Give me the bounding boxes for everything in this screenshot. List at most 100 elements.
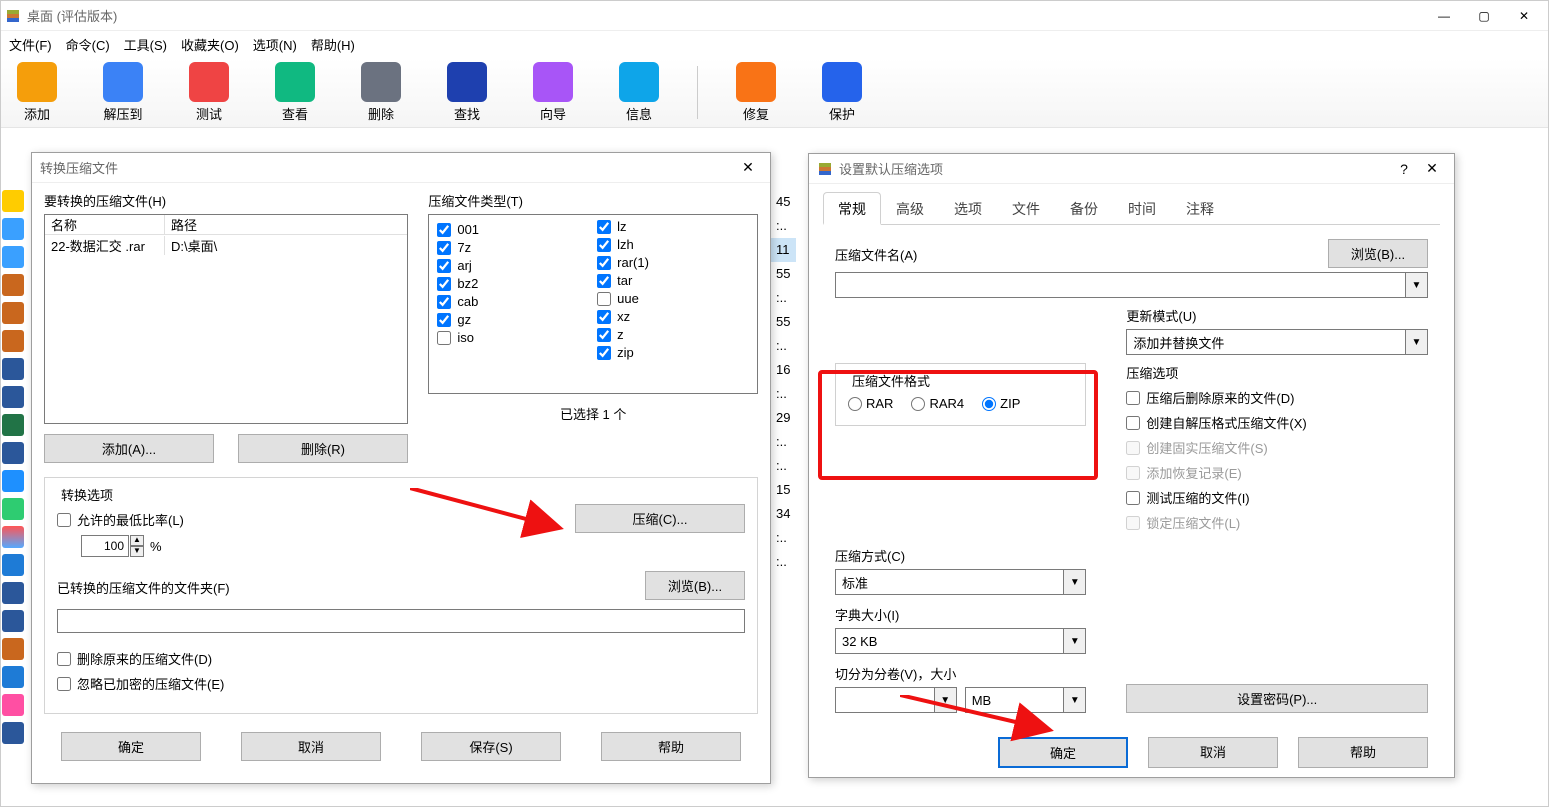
toolbar-向导[interactable]: 向导 — [525, 62, 581, 123]
allow-lowest-checkbox[interactable] — [57, 513, 71, 527]
chevron-down-icon[interactable]: ▼ — [1406, 272, 1428, 298]
skip-encrypted-checkbox[interactable] — [57, 677, 71, 691]
type-checkbox[interactable] — [597, 292, 611, 306]
ratio-spinner[interactable]: ▲▼ % — [81, 535, 575, 557]
type-uue[interactable]: uue — [597, 291, 749, 306]
tab-时间[interactable]: 时间 — [1113, 192, 1171, 225]
chevron-down-icon[interactable]: ▼ — [935, 687, 957, 713]
type-checkbox[interactable] — [597, 346, 611, 360]
type-tar[interactable]: tar — [597, 273, 749, 288]
type-7z[interactable]: 7z — [437, 240, 589, 255]
toolbar-测试[interactable]: 测试 — [181, 62, 237, 123]
menu-options[interactable]: 选项(N) — [253, 35, 297, 54]
type-lzh[interactable]: lzh — [597, 237, 749, 252]
type-checkbox[interactable] — [437, 277, 451, 291]
ratio-input[interactable] — [81, 535, 129, 557]
set-password-button[interactable]: 设置密码(P)... — [1126, 684, 1428, 713]
maximize-button[interactable]: ▢ — [1464, 2, 1504, 30]
convert-save-button[interactable]: 保存(S) — [421, 732, 561, 761]
chevron-down-icon[interactable]: ▼ — [1064, 569, 1086, 595]
type-checkbox[interactable] — [437, 223, 451, 237]
type-zip[interactable]: zip — [597, 345, 749, 360]
defaults-help-button[interactable]: 帮助 — [1298, 737, 1428, 768]
close-button[interactable]: ✕ — [1504, 2, 1544, 30]
browse-folder-button[interactable]: 浏览(B)... — [645, 571, 745, 600]
defaults-dlg-help-icon[interactable]: ? — [1390, 155, 1418, 183]
archive-name-value[interactable] — [835, 272, 1406, 298]
type-checkbox[interactable] — [597, 238, 611, 252]
option-压缩后删除原来的文件(D)[interactable]: 压缩后删除原来的文件(D) — [1126, 388, 1428, 407]
defaults-ok-button[interactable]: 确定 — [998, 737, 1128, 768]
type-bz2[interactable]: bz2 — [437, 276, 589, 291]
archive-browse-button[interactable]: 浏览(B)... — [1328, 239, 1428, 268]
option-创建自解压格式压缩文件(X)[interactable]: 创建自解压格式压缩文件(X) — [1126, 413, 1428, 432]
converted-folder-input[interactable] — [57, 609, 745, 633]
type-gz[interactable]: gz — [437, 312, 589, 327]
toolbar-查看[interactable]: 查看 — [267, 62, 323, 123]
format-radio[interactable] — [982, 397, 996, 411]
split-unit-combo[interactable]: MB ▼ — [965, 687, 1087, 713]
option-测试压缩的文件(I)[interactable]: 测试压缩的文件(I) — [1126, 488, 1428, 507]
type-checkbox[interactable] — [437, 295, 451, 309]
type-checkbox[interactable] — [597, 256, 611, 270]
toolbar-删除[interactable]: 删除 — [353, 62, 409, 123]
compress-button[interactable]: 压缩(C)... — [575, 504, 745, 533]
archive-name-combo[interactable]: ▼ — [835, 272, 1428, 298]
dict-combo[interactable]: 32 KB ▼ — [835, 628, 1086, 654]
archive-row[interactable]: 22-数据汇交 .rar D:\桌面\ — [45, 235, 407, 255]
type-cab[interactable]: cab — [437, 294, 589, 309]
format-radio[interactable] — [848, 397, 862, 411]
tab-常规[interactable]: 常规 — [823, 192, 881, 225]
menu-favorites[interactable]: 收藏夹(O) — [181, 35, 239, 54]
toolbar-保护[interactable]: 保护 — [814, 62, 870, 123]
format-RAR[interactable]: RAR — [848, 396, 893, 411]
ratio-up[interactable]: ▲ — [130, 535, 144, 546]
split-size-value[interactable] — [835, 687, 935, 713]
type-checkbox[interactable] — [597, 328, 611, 342]
menu-file[interactable]: 文件(F) — [9, 35, 52, 54]
chevron-down-icon[interactable]: ▼ — [1064, 687, 1086, 713]
toolbar-信息[interactable]: 信息 — [611, 62, 667, 123]
type-001[interactable]: 001 — [437, 222, 589, 237]
delete-original-option[interactable]: 删除原来的压缩文件(D) — [57, 649, 745, 668]
tab-选项[interactable]: 选项 — [939, 192, 997, 225]
format-RAR4[interactable]: RAR4 — [911, 396, 964, 411]
type-rar(1)[interactable]: rar(1) — [597, 255, 749, 270]
allow-lowest-ratio[interactable]: 允许的最低比率(L) — [57, 510, 575, 529]
add-button[interactable]: 添加(A)... — [44, 434, 214, 463]
toolbar-添加[interactable]: 添加 — [9, 62, 65, 123]
type-checkbox[interactable] — [597, 310, 611, 324]
toolbar-修复[interactable]: 修复 — [728, 62, 784, 123]
type-iso[interactable]: iso — [437, 330, 589, 345]
defaults-dlg-close[interactable]: ✕ — [1418, 155, 1446, 183]
convert-dlg-close[interactable]: ✕ — [734, 154, 762, 182]
defaults-cancel-button[interactable]: 取消 — [1148, 737, 1278, 768]
type-checkbox[interactable] — [597, 274, 611, 288]
chevron-down-icon[interactable]: ▼ — [1406, 329, 1428, 355]
convert-cancel-button[interactable]: 取消 — [241, 732, 381, 761]
toolbar-解压到[interactable]: 解压到 — [95, 62, 151, 123]
type-arj[interactable]: arj — [437, 258, 589, 273]
option-checkbox[interactable] — [1126, 416, 1140, 430]
update-mode-combo[interactable]: 添加并替换文件 ▼ — [1126, 329, 1428, 355]
tab-高级[interactable]: 高级 — [881, 192, 939, 225]
convert-help-button[interactable]: 帮助 — [601, 732, 741, 761]
type-checkbox[interactable] — [437, 259, 451, 273]
format-ZIP[interactable]: ZIP — [982, 396, 1020, 411]
option-checkbox[interactable] — [1126, 391, 1140, 405]
format-radio[interactable] — [911, 397, 925, 411]
type-z[interactable]: z — [597, 327, 749, 342]
tab-文件[interactable]: 文件 — [997, 192, 1055, 225]
convert-ok-button[interactable]: 确定 — [61, 732, 201, 761]
type-lz[interactable]: lz — [597, 219, 749, 234]
minimize-button[interactable]: — — [1424, 2, 1464, 30]
toolbar-查找[interactable]: 查找 — [439, 62, 495, 123]
type-xz[interactable]: xz — [597, 309, 749, 324]
chevron-down-icon[interactable]: ▼ — [1064, 628, 1086, 654]
tab-备份[interactable]: 备份 — [1055, 192, 1113, 225]
remove-button[interactable]: 删除(R) — [238, 434, 408, 463]
archives-listbox[interactable]: 名称 路径 22-数据汇交 .rar D:\桌面\ — [44, 214, 408, 424]
skip-encrypted-option[interactable]: 忽略已加密的压缩文件(E) — [57, 674, 745, 693]
option-checkbox[interactable] — [1126, 491, 1140, 505]
split-size-combo[interactable]: ▼ — [835, 687, 957, 713]
